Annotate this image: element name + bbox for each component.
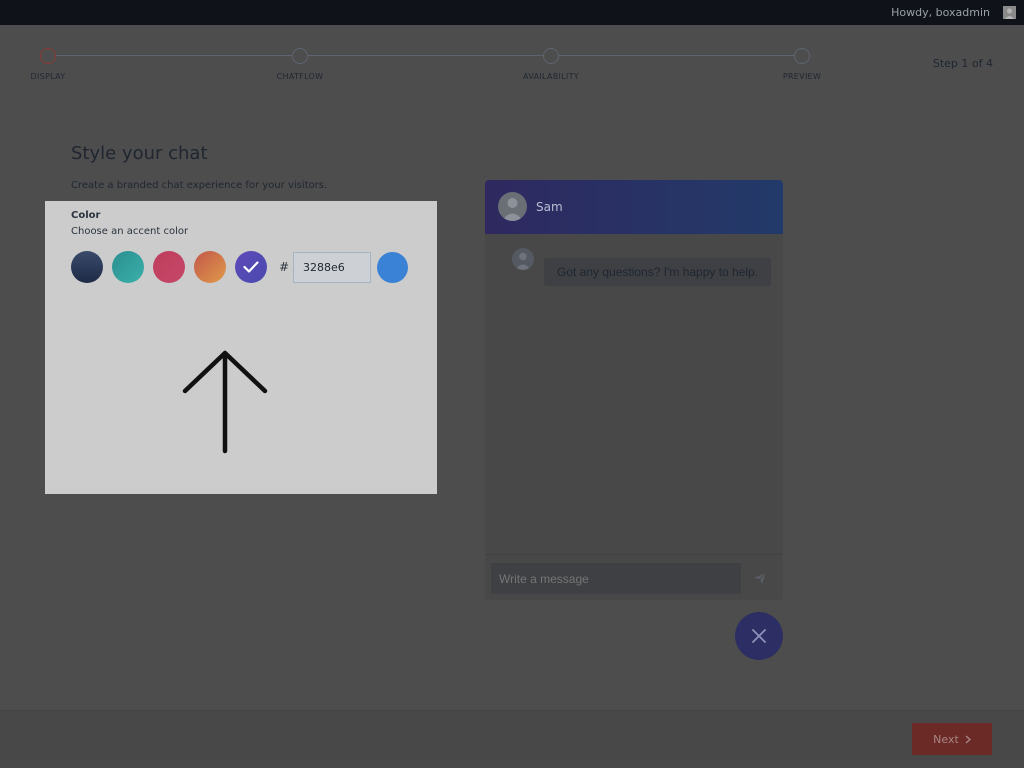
checkmark-icon [235, 251, 267, 283]
color-section-title: Color [71, 210, 101, 221]
step-label: DISPLAY [30, 72, 66, 81]
step-label: AVAILABILITY [523, 72, 579, 81]
wizard-steps: DISPLAY CHATFLOW AVAILABILITY PREVIEW St… [0, 25, 1024, 95]
color-panel: Color Choose an accent color # [45, 201, 437, 494]
step-chatflow[interactable]: CHATFLOW [240, 25, 360, 95]
message-avatar-icon [512, 248, 534, 270]
hex-hash-label: # [279, 260, 290, 274]
step-display[interactable]: DISPLAY [0, 25, 108, 95]
user-avatar-icon[interactable] [1003, 6, 1016, 19]
greeting[interactable]: Howdy, boxadmin [891, 6, 990, 19]
close-icon [752, 629, 766, 643]
step-dot [543, 48, 559, 64]
step-dot [40, 48, 56, 64]
step-counter: Step 1 of 4 [932, 57, 993, 70]
step-label: CHATFLOW [276, 72, 324, 81]
footer-bar [0, 710, 1024, 768]
chat-close-button[interactable] [735, 612, 783, 660]
top-bar: Howdy, boxadmin [0, 0, 1024, 25]
progress-line [48, 55, 802, 56]
swatch-teal[interactable] [112, 251, 144, 283]
arrow-up-icon [182, 350, 268, 454]
swatch-navy[interactable] [71, 251, 103, 283]
chat-preview-widget: Sam Got any questions? I'm happy to help… [485, 180, 783, 600]
agent-name: Sam [536, 200, 563, 214]
swatch-pink[interactable] [153, 251, 185, 283]
message-input[interactable] [491, 563, 741, 594]
chat-message-bubble: Got any questions? I'm happy to help. [544, 258, 772, 286]
swatch-orange[interactable] [194, 251, 226, 283]
step-dot [292, 48, 308, 64]
chat-footer [485, 554, 783, 600]
page-subtitle: Create a branded chat experience for you… [71, 180, 328, 191]
page-title: Style your chat [71, 143, 208, 164]
color-section-subtitle: Choose an accent color [71, 226, 189, 237]
color-preview-swatch [377, 252, 408, 283]
hex-color-input[interactable] [293, 252, 371, 283]
step-preview[interactable]: PREVIEW [742, 25, 862, 95]
send-icon[interactable] [753, 572, 767, 585]
chevron-right-icon [965, 734, 971, 744]
step-availability[interactable]: AVAILABILITY [491, 25, 611, 95]
swatch-purple[interactable] [235, 251, 267, 283]
next-button-label: Next [933, 732, 959, 746]
step-dot [794, 48, 810, 64]
chat-header: Sam [485, 180, 783, 234]
step-label: PREVIEW [782, 72, 822, 81]
next-button[interactable]: Next [912, 723, 992, 755]
agent-avatar-icon [498, 192, 527, 221]
